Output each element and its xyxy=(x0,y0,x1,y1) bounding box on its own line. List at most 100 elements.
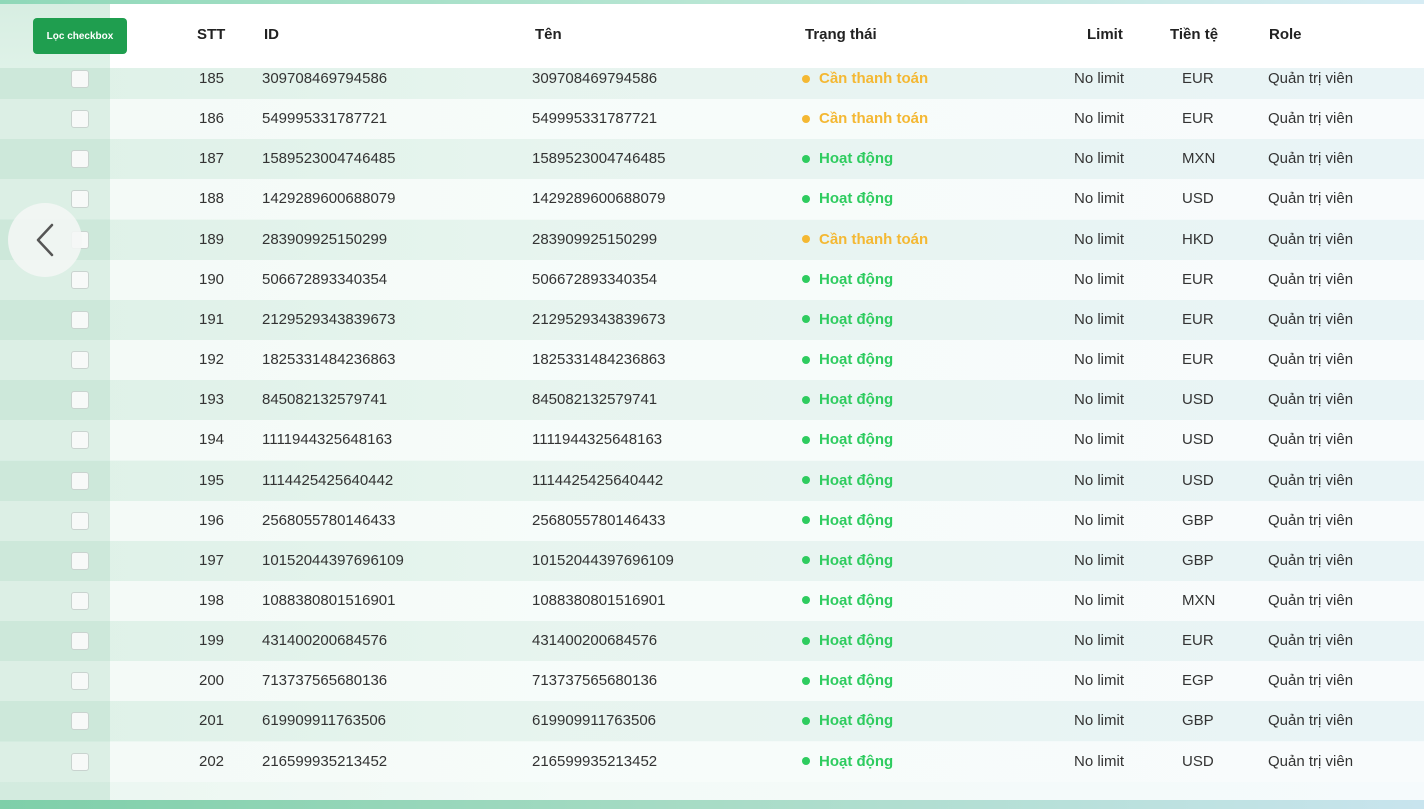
status-label: Hoạt động xyxy=(819,431,894,449)
table-row[interactable]: 195 1114425425640442 1114425425640442 Hoạt … xyxy=(0,460,1424,501)
status-dot-icon xyxy=(802,114,810,123)
cell-limit: No limit xyxy=(1074,270,1125,288)
row-checkbox[interactable] xyxy=(71,591,89,610)
cell-currency: EUR xyxy=(1182,351,1214,369)
status-label: Hoạt động xyxy=(819,672,894,690)
cell-currency: EUR xyxy=(1182,270,1214,288)
row-checkbox[interactable] xyxy=(71,632,89,651)
status-badge: Hoạt động xyxy=(802,271,893,288)
header-stt[interactable]: STT xyxy=(197,26,225,43)
cell-currency: MXN xyxy=(1182,591,1216,609)
cell-stt: 186 xyxy=(199,110,225,128)
table-row[interactable]: 191 2129529343839673 2129529343839673 Hoạt … xyxy=(0,299,1424,340)
table-row[interactable]: 186 549995331787721 549995331787721 Cần tha… xyxy=(0,99,1424,140)
cell-role: Quản trị viên xyxy=(1268,752,1354,770)
status-badge: Hoạt động xyxy=(802,351,893,368)
row-checkbox[interactable] xyxy=(71,471,89,490)
row-checkbox[interactable] xyxy=(71,551,89,570)
cell-name: 1429289600688079 xyxy=(532,190,666,208)
table-row[interactable]: 196 2568055780146433 2568055780146433 Hoạt … xyxy=(0,500,1424,541)
row-checkbox[interactable] xyxy=(71,391,89,410)
row-checkbox[interactable] xyxy=(71,431,89,450)
back-button[interactable] xyxy=(8,203,82,277)
row-checkbox[interactable] xyxy=(71,70,89,88)
row-checkbox[interactable] xyxy=(71,310,89,329)
table-row[interactable]: 188 1429289600688079 1429289600688079 Hoạt … xyxy=(0,179,1424,220)
table-row[interactable]: 200 713737565680136 713737565680136 Hoạt độ… xyxy=(0,661,1424,702)
cell-role: Quản trị viên xyxy=(1268,551,1354,569)
row-checkbox[interactable] xyxy=(71,511,89,530)
table-row[interactable]: 201 619909911763506 619909911763506 Hoạt độ… xyxy=(0,701,1424,742)
row-checkbox[interactable] xyxy=(71,752,89,771)
row-checkbox[interactable] xyxy=(71,351,89,370)
status-label: Hoạt động xyxy=(819,632,894,650)
table-row[interactable]: 199 431400200684576 431400200684576 Hoạt độ… xyxy=(0,621,1424,662)
status-label: Hoạt động xyxy=(819,591,894,609)
row-checkbox-cell xyxy=(0,741,110,782)
row-checkbox-cell xyxy=(0,380,110,421)
cell-id: 283909925150299 xyxy=(262,230,388,248)
cell-stt: 189 xyxy=(199,230,225,248)
cell-stt: 193 xyxy=(199,391,225,409)
table-row[interactable]: 202 216599935213452 216599935213452 Hoạt độ… xyxy=(0,741,1424,782)
status-dot-icon xyxy=(802,435,810,444)
table-row[interactable]: 194 1111944325648163 1111944325648163 Hoạt … xyxy=(0,420,1424,461)
cell-stt: 192 xyxy=(199,351,225,369)
status-dot-icon xyxy=(802,676,810,685)
row-checkbox-cell xyxy=(0,99,110,140)
cell-limit: No limit xyxy=(1074,150,1125,168)
status-label: Hoạt động xyxy=(819,270,894,288)
cell-limit: No limit xyxy=(1074,351,1125,369)
status-dot-icon xyxy=(802,194,810,203)
header-status[interactable]: Trạng thái xyxy=(805,26,877,43)
row-checkbox[interactable] xyxy=(71,270,89,289)
status-label: Hoạt động xyxy=(819,471,894,489)
row-checkbox-cell xyxy=(0,701,110,742)
row-checkbox[interactable] xyxy=(71,150,89,169)
row-checkbox-cell xyxy=(0,420,110,461)
status-badge: Hoạt động xyxy=(802,672,893,689)
status-badge: Hoạt động xyxy=(802,391,893,408)
table-row[interactable]: 198 1088380801516901 1088380801516901 Hoạt … xyxy=(0,580,1424,621)
table-row[interactable]: 187 1589523004746485 1589523004746485 Hoạt … xyxy=(0,139,1424,180)
row-checkbox[interactable] xyxy=(71,672,89,691)
cell-limit: No limit xyxy=(1074,511,1125,529)
cell-stt: 197 xyxy=(199,551,225,569)
filter-checkbox-button[interactable]: Lọc checkbox xyxy=(33,18,127,54)
header-role[interactable]: Role xyxy=(1269,26,1302,43)
cell-stt: 187 xyxy=(199,150,225,168)
cell-stt: 185 xyxy=(199,70,225,87)
header-id[interactable]: ID xyxy=(264,26,279,43)
header-name[interactable]: Tên xyxy=(535,26,562,43)
cell-role: Quản trị viên xyxy=(1268,632,1354,650)
cell-limit: No limit xyxy=(1074,712,1125,730)
cell-limit: No limit xyxy=(1074,110,1125,128)
cell-role: Quản trị viên xyxy=(1268,591,1354,609)
header-limit[interactable]: Limit xyxy=(1087,26,1123,43)
cell-stt: 196 xyxy=(199,511,225,529)
row-checkbox[interactable] xyxy=(71,712,89,731)
table-row[interactable]: 190 506672893340354 506672893340354 Hoạt độ… xyxy=(0,259,1424,300)
row-checkbox[interactable] xyxy=(71,110,89,129)
status-dot-icon xyxy=(802,315,810,324)
header-currency[interactable]: Tiền tệ xyxy=(1170,26,1218,43)
table-row[interactable]: 189 283909925150299 283909925150299 Cần tha… xyxy=(0,219,1424,260)
table-row[interactable]: 193 845082132579741 845082132579741 Hoạt độ… xyxy=(0,380,1424,421)
cell-id: 1825331484236863 xyxy=(262,351,396,369)
cell-limit: No limit xyxy=(1074,551,1125,569)
table-row[interactable]: 192 1825331484236863 1825331484236863 Hoạt … xyxy=(0,340,1424,381)
status-label: Hoạt động xyxy=(819,712,894,730)
cell-id: 1589523004746485 xyxy=(262,150,396,168)
table-row[interactable]: 197 10152044397696109 10152044397696109 Hoạ… xyxy=(0,540,1424,581)
cell-id: 2129529343839673 xyxy=(262,310,396,328)
status-dot-icon xyxy=(802,516,810,525)
cell-currency: GBP xyxy=(1182,511,1214,529)
cell-name: 431400200684576 xyxy=(532,632,658,650)
cell-limit: No limit xyxy=(1074,70,1125,87)
cell-currency: USD xyxy=(1182,391,1214,409)
row-checkbox[interactable] xyxy=(71,190,89,209)
cell-role: Quản trị viên xyxy=(1268,110,1354,128)
cell-stt: 201 xyxy=(199,712,225,730)
status-dot-icon xyxy=(802,355,810,364)
cell-stt: 191 xyxy=(199,310,225,328)
